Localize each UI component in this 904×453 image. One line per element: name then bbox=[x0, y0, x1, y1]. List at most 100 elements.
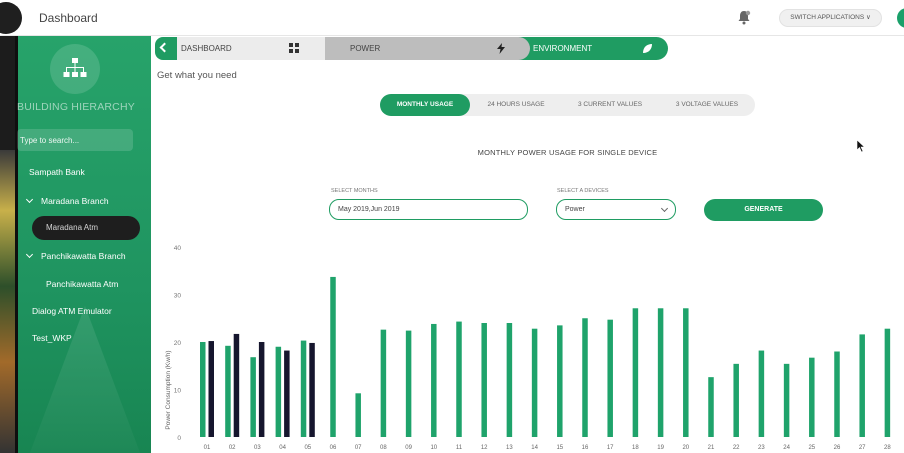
y-tick-label: 0 bbox=[177, 435, 181, 442]
x-tick-label: 17 bbox=[607, 445, 614, 451]
bar-series-2 bbox=[309, 342, 315, 437]
y-tick-label: 30 bbox=[174, 293, 182, 300]
x-tick-label: 03 bbox=[254, 445, 261, 451]
device-select[interactable]: Power bbox=[556, 199, 676, 220]
breadcrumb-power[interactable]: POWER bbox=[305, 37, 530, 60]
bar-series-1 bbox=[380, 329, 387, 437]
tab-3-current-values[interactable]: 3 CURRENT VALUES bbox=[565, 94, 655, 116]
months-label: SELECT MONTHS bbox=[331, 188, 378, 194]
x-tick-label: 06 bbox=[330, 445, 337, 451]
bar-series-1 bbox=[225, 345, 231, 437]
page-subtitle: Get what you need bbox=[157, 70, 237, 81]
x-tick-label: 04 bbox=[279, 445, 286, 451]
x-tick-label: 19 bbox=[657, 445, 664, 451]
switch-applications-button[interactable]: SWITCH APPLICATIONS ∨ bbox=[779, 9, 882, 27]
sidebar: BUILDING HIERARCHY Sampath Bank Maradana… bbox=[15, 36, 151, 453]
bar-series-1 bbox=[355, 393, 361, 437]
y-tick-label: 10 bbox=[174, 388, 182, 395]
bar-series-1 bbox=[582, 318, 588, 437]
bar-series-2 bbox=[284, 350, 290, 437]
chevron-left-icon bbox=[159, 42, 170, 53]
bar-series-1 bbox=[884, 328, 891, 437]
bar-series-2 bbox=[258, 342, 265, 437]
tree-item-dialog-atm-emulator[interactable]: Dialog ATM Emulator bbox=[32, 306, 112, 316]
x-tick-label: 20 bbox=[682, 445, 689, 451]
y-tick-label: 20 bbox=[174, 340, 182, 347]
bar-series-1 bbox=[834, 351, 840, 437]
bar-series-1 bbox=[431, 323, 437, 437]
tree-item-label: Maradana Branch bbox=[41, 196, 109, 206]
sidebar-search-input[interactable] bbox=[17, 129, 133, 151]
bar-series-1 bbox=[275, 346, 282, 437]
x-tick-label: 22 bbox=[733, 445, 740, 451]
breadcrumb-power-label: POWER bbox=[350, 44, 381, 53]
tree-item-sampath-bank[interactable]: Sampath Bank bbox=[29, 167, 85, 177]
x-tick-label: 15 bbox=[556, 445, 563, 451]
bar-series-1 bbox=[733, 363, 739, 437]
bell-icon[interactable] bbox=[737, 10, 751, 25]
tab-24-hours-usage[interactable]: 24 HOURS USAGE bbox=[475, 94, 557, 116]
tree-item-test-wkp[interactable]: Test_WKP bbox=[32, 333, 72, 343]
generate-button[interactable]: GENERATE bbox=[704, 199, 823, 221]
bar-series-1 bbox=[456, 321, 462, 437]
tree-item-maradana-atm[interactable]: Maradana Atm bbox=[32, 216, 140, 240]
chevron-down-icon bbox=[25, 195, 34, 204]
tree-item-label: Panchikawatta Branch bbox=[41, 251, 126, 261]
bar-series-1 bbox=[300, 340, 307, 437]
mouse-cursor-icon bbox=[857, 140, 865, 152]
bar-series-1 bbox=[607, 319, 613, 437]
building-decoration bbox=[25, 306, 145, 453]
leaf-icon bbox=[643, 44, 652, 53]
bar-series-1 bbox=[557, 325, 563, 437]
breadcrumb: ENVIRONMENT POWER DASHBOARD bbox=[155, 37, 670, 60]
sidebar-edge bbox=[15, 36, 18, 453]
top-bar: Dashboard SWITCH APPLICATIONS ∨ bbox=[0, 0, 904, 36]
app-title: Dashboard bbox=[39, 11, 98, 25]
bar-series-1 bbox=[783, 363, 790, 437]
bar-series-1 bbox=[632, 308, 639, 437]
tree-item-maradana-branch[interactable]: Maradana Branch bbox=[25, 195, 109, 206]
breadcrumb-dashboard[interactable]: DASHBOARD bbox=[175, 37, 325, 60]
bar-series-1 bbox=[758, 350, 765, 437]
x-tick-label: 13 bbox=[506, 445, 513, 451]
tab-3-voltage-values[interactable]: 3 VOLTAGE VALUES bbox=[662, 94, 752, 116]
x-tick-label: 24 bbox=[783, 445, 790, 451]
tree-item-label: Maradana Atm bbox=[46, 223, 99, 232]
sidebar-title: BUILDING HIERARCHY bbox=[17, 101, 135, 113]
bar-series-1 bbox=[250, 357, 256, 437]
bar-series-1 bbox=[481, 323, 487, 437]
x-tick-label: 28 bbox=[884, 445, 891, 451]
tree-item-panchikawatta-branch[interactable]: Panchikawatta Branch bbox=[25, 250, 126, 261]
x-tick-label: 01 bbox=[204, 445, 211, 451]
bar-series-1 bbox=[200, 342, 206, 437]
tree-item-label: Panchikawatta Atm bbox=[46, 279, 119, 289]
user-avatar[interactable] bbox=[897, 8, 904, 28]
bar-series-1 bbox=[506, 323, 513, 437]
usage-tabs: MONTHLY USAGE 24 HOURS USAGE 3 CURRENT V… bbox=[380, 94, 755, 116]
months-input[interactable]: May 2019,Jun 2019 bbox=[329, 199, 528, 220]
breadcrumb-environment-label: ENVIRONMENT bbox=[533, 44, 593, 53]
x-tick-label: 05 bbox=[304, 445, 311, 451]
breadcrumb-dashboard-label: DASHBOARD bbox=[181, 44, 232, 53]
chevron-down-icon bbox=[25, 250, 34, 259]
bar-series-2 bbox=[233, 333, 240, 437]
lightning-icon bbox=[497, 43, 505, 54]
x-tick-label: 09 bbox=[405, 445, 412, 451]
tab-monthly-usage[interactable]: MONTHLY USAGE bbox=[380, 94, 470, 116]
power-consumption-chart: 0 10 20 30 40 Power Consumption (Kw/h) 01 02 03 0… bbox=[165, 245, 891, 451]
tree-item-label: Test_WKP bbox=[32, 333, 72, 343]
bar-series-1 bbox=[657, 308, 664, 437]
x-tick-label: 23 bbox=[758, 445, 765, 451]
hierarchy-icon bbox=[50, 44, 100, 94]
chart-title: MONTHLY POWER USAGE FOR SINGLE DEVICE bbox=[477, 148, 658, 157]
x-tick-label: 07 bbox=[355, 445, 362, 451]
tree-item-panchikawatta-atm[interactable]: Panchikawatta Atm bbox=[46, 279, 118, 289]
device-select-value: Power bbox=[565, 206, 585, 213]
back-button[interactable] bbox=[155, 37, 177, 60]
x-tick-label: 26 bbox=[834, 445, 841, 451]
y-tick-label: 40 bbox=[174, 245, 182, 252]
bar-series-2 bbox=[208, 341, 214, 437]
chevron-down-icon bbox=[660, 204, 669, 213]
x-tick-label: 27 bbox=[859, 445, 866, 451]
devices-label: SELECT A DEVICES bbox=[557, 188, 609, 194]
